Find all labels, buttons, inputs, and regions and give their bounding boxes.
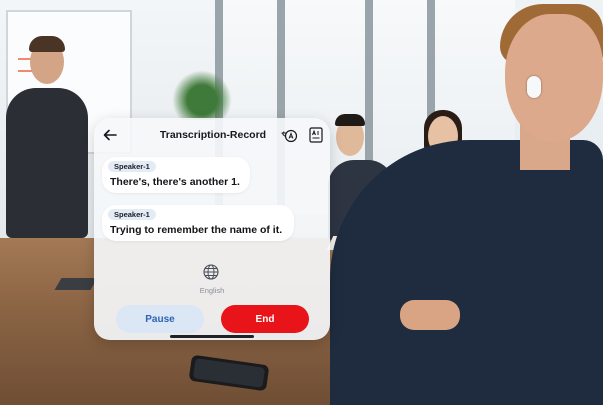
transcript-bubble: Speaker-1 Trying to remember the name of… [102, 205, 294, 241]
app-header: Transcription-Record [94, 118, 330, 152]
speaker-tag: Speaker-1 [108, 209, 156, 220]
transcription-panel: Transcription-Record Speaker-1 There's, … [94, 118, 330, 340]
presenter-body [6, 88, 88, 238]
tablet [54, 278, 98, 290]
page-title: Transcription-Record [159, 129, 267, 141]
speaker-tag: Speaker-1 [108, 161, 156, 172]
foreground-man-head [505, 14, 603, 142]
end-button[interactable]: End [221, 305, 309, 333]
foreground-man-body [330, 140, 603, 405]
pause-button[interactable]: Pause [116, 305, 204, 333]
ai-document-icon[interactable] [309, 127, 323, 143]
home-indicator [170, 335, 254, 338]
plant [172, 70, 232, 120]
language-label[interactable]: English [182, 286, 242, 295]
earbud [527, 76, 541, 98]
transcript-text: Trying to remember the name of it. [110, 224, 283, 236]
hand [400, 300, 460, 330]
globe-icon[interactable] [202, 263, 220, 281]
transcript-bubble: Speaker-1 There's, there's another 1. [102, 157, 250, 193]
translate-icon[interactable] [280, 126, 298, 144]
transcript-text: There's, there's another 1. [110, 176, 240, 188]
arrow-left-icon[interactable] [102, 127, 118, 143]
